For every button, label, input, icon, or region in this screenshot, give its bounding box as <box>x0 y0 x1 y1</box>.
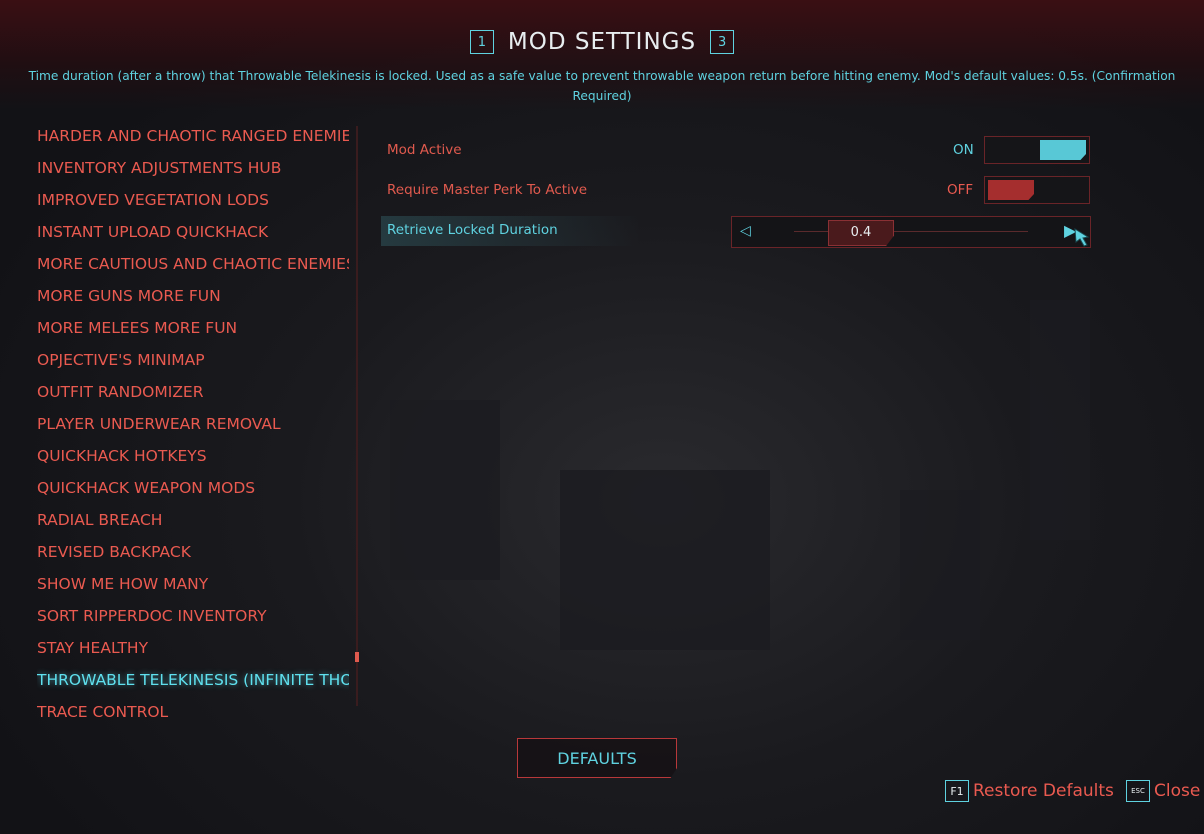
background-building <box>1030 300 1090 540</box>
restore-defaults-label: Restore Defaults <box>973 781 1114 801</box>
mod-list-item[interactable]: OPJECTIVE'S MINIMAP <box>37 346 349 378</box>
mod-list: HARDER AND CHAOTIC RANGED ENEMIES INVENTO… <box>37 122 357 730</box>
background-building <box>390 400 500 580</box>
setting-row-require-master-perk[interactable]: Require Master Perk To Active OFF <box>387 174 1097 210</box>
mod-list-item[interactable]: QUICKHACK HOTKEYS <box>37 442 349 474</box>
mod-list-item[interactable]: MORE GUNS MORE FUN <box>37 282 349 314</box>
hand-cursor-icon <box>1074 228 1090 247</box>
toggle-fill <box>988 180 1034 200</box>
mod-list-item[interactable]: INSTANT UPLOAD QUICKHACK <box>37 218 349 250</box>
toggle-state-text: ON <box>953 142 974 158</box>
mod-list-item[interactable]: MORE CAUTIOUS AND CHAOTIC ENEMIES <box>37 250 349 282</box>
setting-row-mod-active[interactable]: Mod Active ON <box>387 134 1097 170</box>
mod-list-item[interactable]: SORT RIPPERDOC INVENTORY <box>37 602 349 634</box>
require-master-perk-toggle[interactable] <box>984 176 1090 204</box>
scrollbar-thumb[interactable] <box>355 652 359 662</box>
mod-list-item[interactable]: HARDER AND CHAOTIC RANGED ENEMIES <box>37 122 349 154</box>
prev-tab-key[interactable]: 1 <box>469 30 494 54</box>
mod-active-toggle[interactable] <box>984 136 1090 164</box>
setting-description: Time duration (after a throw) that Throw… <box>28 69 1176 103</box>
mod-list-item[interactable]: INVENTORY ADJUSTMENTS HUB <box>37 154 349 186</box>
mod-list-item[interactable]: TRACE CONTROL <box>37 698 349 730</box>
background-building <box>900 490 980 640</box>
mod-list-item[interactable]: IMPROVED VEGETATION LODS <box>37 186 349 218</box>
close-action[interactable]: ESC Close <box>1126 780 1200 802</box>
mod-list-item[interactable]: STAY HEALTHY <box>37 634 349 666</box>
mod-list-item[interactable]: QUICKHACK WEAPON MODS <box>37 474 349 506</box>
list-divider <box>356 126 358 706</box>
page-title: MOD SETTINGS <box>507 29 697 55</box>
background-building <box>560 470 770 650</box>
setting-label: Require Master Perk To Active <box>387 182 588 198</box>
triangle-left-icon[interactable]: ◁ <box>740 223 751 239</box>
retrieve-locked-duration-slider[interactable]: ◁ 0.4 ▶ <box>731 216 1091 248</box>
mod-list-item[interactable]: THROWABLE TELEKINESIS (INFINITE THOW <box>37 666 349 698</box>
mod-list-item[interactable]: SHOW ME HOW MANY <box>37 570 349 602</box>
slider-value[interactable]: 0.4 <box>828 220 894 246</box>
f1-key: F1 <box>945 780 969 802</box>
toggle-state-text: OFF <box>947 182 974 198</box>
mod-list-item[interactable]: REVISED BACKPACK <box>37 538 349 570</box>
mod-list-item[interactable]: MORE MELEES MORE FUN <box>37 314 349 346</box>
mod-list-item[interactable]: PLAYER UNDERWEAR REMOVAL <box>37 410 349 442</box>
setting-label: Retrieve Locked Duration <box>387 222 558 238</box>
toggle-fill <box>1040 140 1086 160</box>
restore-defaults-action[interactable]: F1 Restore Defaults <box>945 780 1114 802</box>
mod-list-item[interactable]: OUTFIT RANDOMIZER <box>37 378 349 410</box>
mod-list-item[interactable]: RADIAL BREACH <box>37 506 349 538</box>
next-tab-key[interactable]: 3 <box>710 30 735 54</box>
setting-label: Mod Active <box>387 142 462 158</box>
esc-key: ESC <box>1126 780 1150 802</box>
close-label: Close <box>1154 781 1201 801</box>
header: 1 MOD SETTINGS 3 <box>0 26 1204 58</box>
defaults-button[interactable]: DEFAULTS <box>517 738 677 778</box>
